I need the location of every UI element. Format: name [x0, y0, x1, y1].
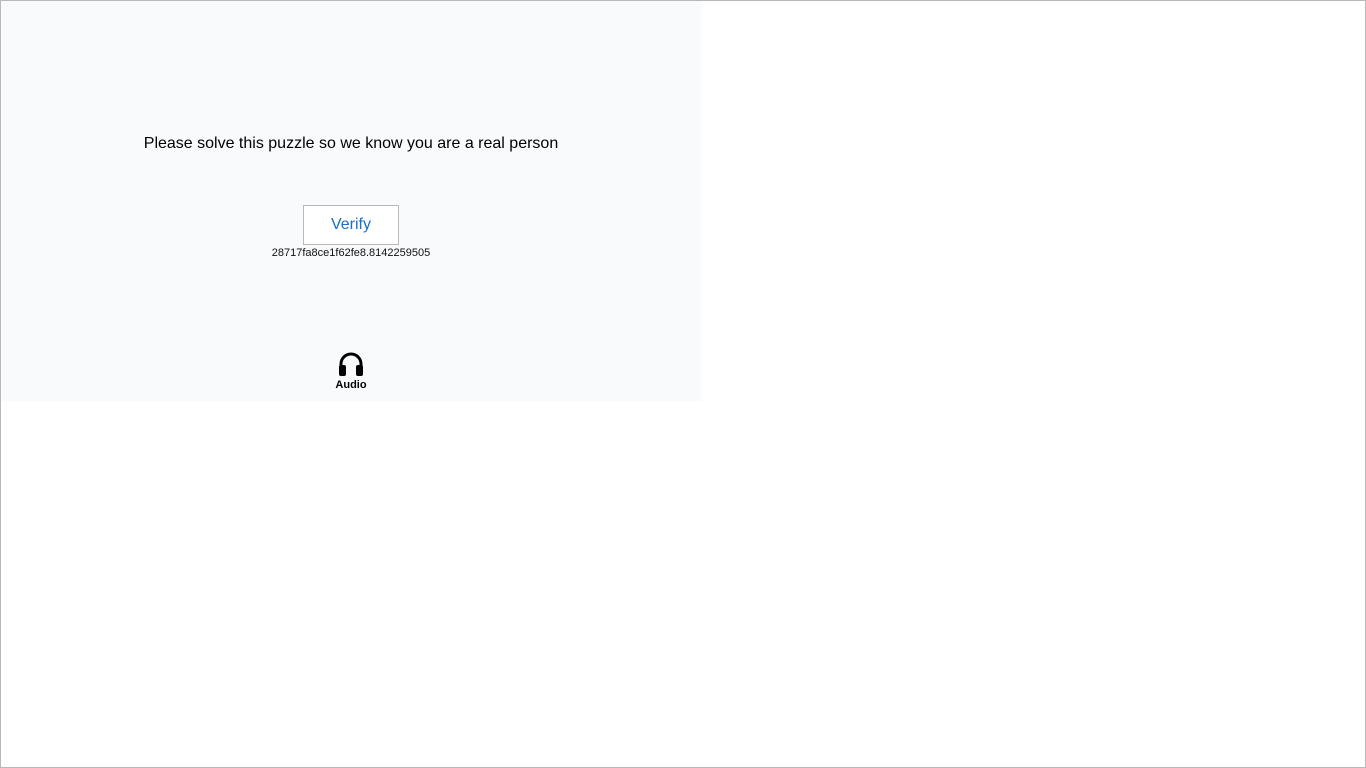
session-id: 28717fa8ce1f62fe8.8142259505 [271, 247, 431, 259]
challenge-prompt: Please solve this puzzle so we know you … [143, 135, 559, 152]
audio-label: Audio [335, 379, 367, 391]
audio-challenge-button[interactable]: Audio [326, 351, 376, 393]
verify-button[interactable]: Verify [303, 205, 399, 245]
browser-frame: Please solve this puzzle so we know you … [0, 0, 1366, 768]
captcha-challenge-panel: Please solve this puzzle so we know you … [1, 1, 701, 401]
headphones-icon [337, 351, 365, 377]
